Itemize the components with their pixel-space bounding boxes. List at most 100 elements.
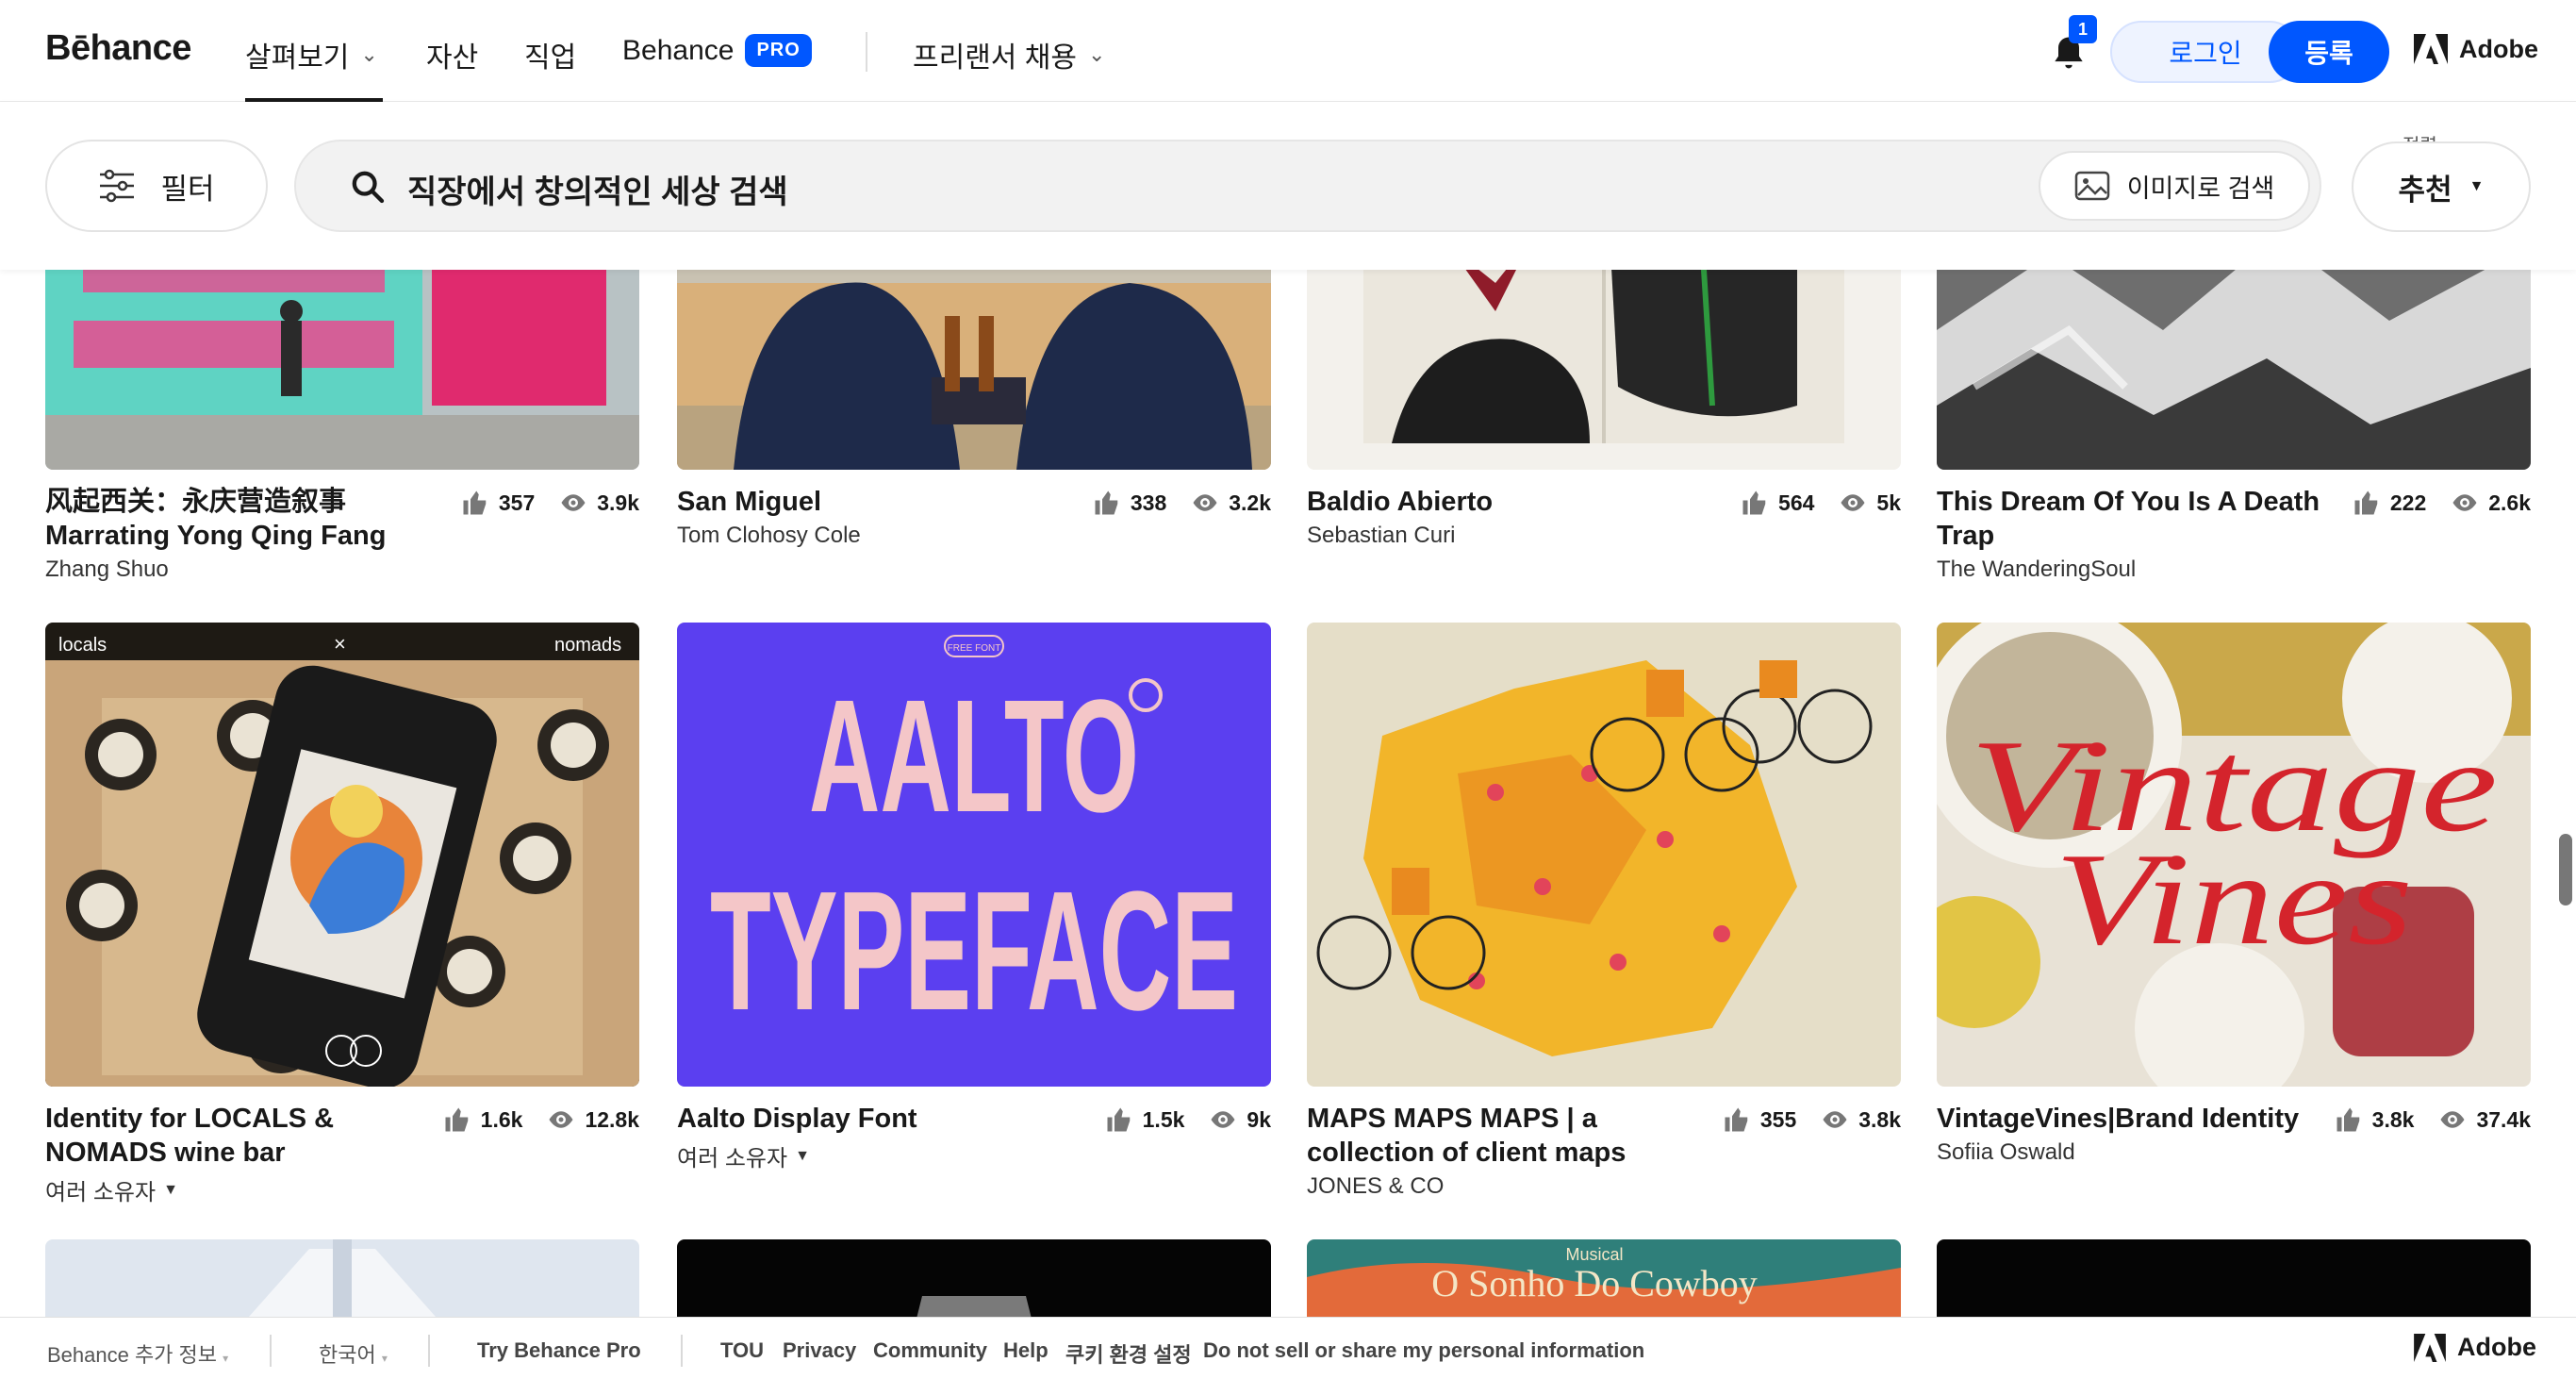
- views-stat: 12.8k: [547, 1105, 639, 1134]
- project-title[interactable]: 风起西关：永庆营造叙事 Marrating Yong Qing Fang: [45, 485, 441, 553]
- project-owner[interactable]: Sebastian Curi: [1307, 523, 1901, 549]
- caret-down-icon: ▾: [381, 1352, 388, 1365]
- scrollbar-thumb[interactable]: [2559, 834, 2572, 905]
- search-input[interactable]: 직장에서 창의적인 세상 검색 이미지로 검색: [294, 140, 2321, 232]
- views-stat: 9k: [1209, 1105, 1271, 1134]
- pro-badge: PRO: [745, 34, 812, 67]
- adobe-link[interactable]: Adobe: [2414, 34, 2538, 64]
- nav-jobs[interactable]: 직업: [524, 34, 576, 75]
- thumb-text: TYPEFACE: [710, 856, 1238, 1046]
- project-thumbnail[interactable]: [1307, 623, 1901, 1087]
- footer-community[interactable]: Community: [873, 1338, 987, 1363]
- top-navigation: Bēhance 살펴보기 ⌄ 자산 직업 Behance PRO 프리랜서 채용 ⌄ …: [0, 0, 2576, 103]
- thumb-text: locals: [58, 635, 107, 656]
- chevron-down-icon: ▼: [163, 1181, 178, 1198]
- nav-explore[interactable]: 살펴보기 ⌄: [245, 34, 378, 75]
- filter-button[interactable]: 필터: [45, 140, 268, 232]
- likes-stat: 1.6k: [443, 1105, 522, 1134]
- project-owner[interactable]: 여러 소유자 ▼: [45, 1173, 639, 1206]
- footer-divider: [270, 1335, 272, 1367]
- thumb-text: Musical: [1565, 1245, 1623, 1264]
- image-search-button[interactable]: 이미지로 검색: [2039, 151, 2310, 221]
- thumbs-up-icon: [1095, 490, 1118, 515]
- views-stat: 5k: [1839, 489, 1901, 517]
- nav-assets[interactable]: 자산: [426, 34, 478, 75]
- project-title[interactable]: Baldio Abierto: [1307, 485, 1703, 519]
- likes-stat: 338: [1093, 489, 1166, 517]
- project-owner[interactable]: Zhang Shuo: [45, 557, 639, 583]
- project-title[interactable]: Aalto Display Font: [677, 1102, 1073, 1136]
- project-owner[interactable]: The WanderingSoul: [1937, 557, 2531, 583]
- caret-down-icon: ▾: [223, 1352, 229, 1365]
- project-title[interactable]: Identity for LOCALS & NOMADS wine bar: [45, 1102, 441, 1170]
- eye-icon: [2440, 1111, 2465, 1128]
- project-title[interactable]: MAPS MAPS MAPS | a collection of client …: [1307, 1102, 1703, 1170]
- search-icon: [352, 171, 385, 204]
- project-owner[interactable]: Sofiia Oswald: [1937, 1139, 2531, 1166]
- footer-more-info[interactable]: Behance 추가 정보 ▾: [47, 1338, 228, 1369]
- behance-logo[interactable]: Bēhance: [45, 28, 191, 69]
- views-stat: 3.2k: [1191, 489, 1271, 517]
- footer-language[interactable]: 한국어 ▾: [319, 1338, 388, 1369]
- eye-icon: [561, 494, 586, 511]
- project-owner[interactable]: JONES & CO: [1307, 1173, 1901, 1200]
- eye-icon: [1193, 494, 1217, 511]
- adobe-logo-icon: [2414, 34, 2448, 64]
- thumbs-up-icon: [445, 1107, 468, 1132]
- notification-count-badge: 1: [2069, 15, 2097, 43]
- signup-button[interactable]: 등록: [2269, 21, 2389, 83]
- footer-tou[interactable]: TOU: [720, 1338, 764, 1363]
- thumb-text: nomads: [554, 635, 621, 656]
- footer-try-pro[interactable]: Try Behance Pro: [477, 1338, 641, 1363]
- thumbs-up-icon: [2337, 1107, 2359, 1132]
- footer-bar: Behance 추가 정보 ▾ 한국어 ▾ Try Behance Pro TO…: [0, 1317, 2576, 1379]
- footer-privacy[interactable]: Privacy: [783, 1338, 856, 1363]
- eye-icon: [1211, 1111, 1235, 1128]
- search-bar-row: 필터 직장에서 창의적인 세상 검색 이미지로 검색 정렬 추천 ▼: [0, 102, 2576, 270]
- footer-divider: [428, 1335, 430, 1367]
- project-title[interactable]: This Dream Of You Is A Death Trap: [1937, 485, 2333, 553]
- thumb-text: O Sonho Do Cowboy: [1431, 1262, 1758, 1304]
- sliders-icon: [100, 169, 135, 203]
- thumb-text: FREE FONT: [948, 643, 1001, 654]
- search-placeholder: 직장에서 창의적인 세상 검색: [407, 174, 788, 210]
- likes-stat: 1.5k: [1105, 1105, 1184, 1134]
- project-owner[interactable]: 여러 소유자 ▼: [677, 1139, 1271, 1172]
- project-thumbnail[interactable]: Vintage Vines: [1937, 623, 2531, 1087]
- likes-stat: 357: [461, 489, 535, 517]
- nav-behance-pro[interactable]: Behance PRO: [622, 34, 812, 67]
- adobe-logo-icon: [2414, 1333, 2446, 1362]
- svg-text:×: ×: [334, 632, 346, 656]
- views-stat: 3.9k: [559, 489, 639, 517]
- eye-icon: [2452, 494, 2477, 511]
- thumbs-up-icon: [2354, 490, 2378, 515]
- thumb-text: AALTO: [809, 667, 1139, 846]
- project-thumbnail[interactable]: locals nomads ×: [45, 623, 639, 1087]
- project-title[interactable]: San Miguel: [677, 485, 1073, 519]
- sort-dropdown[interactable]: 추천 ▼: [2352, 141, 2531, 232]
- chevron-down-icon: ⌄: [360, 42, 378, 66]
- project-thumbnail[interactable]: FREE FONT AALTO TYPEFACE: [677, 623, 1271, 1087]
- likes-stat: 3.8k: [2335, 1105, 2414, 1134]
- project-title[interactable]: VintageVines|Brand Identity: [1937, 1102, 2333, 1136]
- eye-icon: [1823, 1111, 1847, 1128]
- nav-hire-freelancers[interactable]: 프리랜서 채용 ⌄: [913, 34, 1105, 75]
- thumbs-up-icon: [1725, 1107, 1748, 1132]
- footer-divider: [681, 1335, 683, 1367]
- likes-stat: 222: [2353, 489, 2426, 517]
- image-icon: [2074, 171, 2109, 201]
- caret-down-icon: ▼: [2469, 178, 2485, 194]
- likes-stat: 564: [1741, 489, 1814, 517]
- thumbs-up-icon: [1107, 1107, 1130, 1132]
- thumbs-up-icon: [463, 490, 487, 515]
- project-owner[interactable]: Tom Clohosy Cole: [677, 523, 1271, 549]
- footer-help[interactable]: Help: [1003, 1338, 1049, 1363]
- likes-stat: 355: [1723, 1105, 1796, 1134]
- footer-adobe-link[interactable]: Adobe: [2414, 1333, 2536, 1362]
- views-stat: 3.8k: [1821, 1105, 1901, 1134]
- footer-do-not-sell[interactable]: Do not sell or share my personal informa…: [1203, 1338, 1644, 1363]
- eye-icon: [549, 1111, 573, 1128]
- footer-cookie-settings[interactable]: 쿠키 환경 설정: [1065, 1338, 1192, 1369]
- views-stat: 37.4k: [2438, 1105, 2531, 1134]
- nav-divider: [866, 32, 867, 72]
